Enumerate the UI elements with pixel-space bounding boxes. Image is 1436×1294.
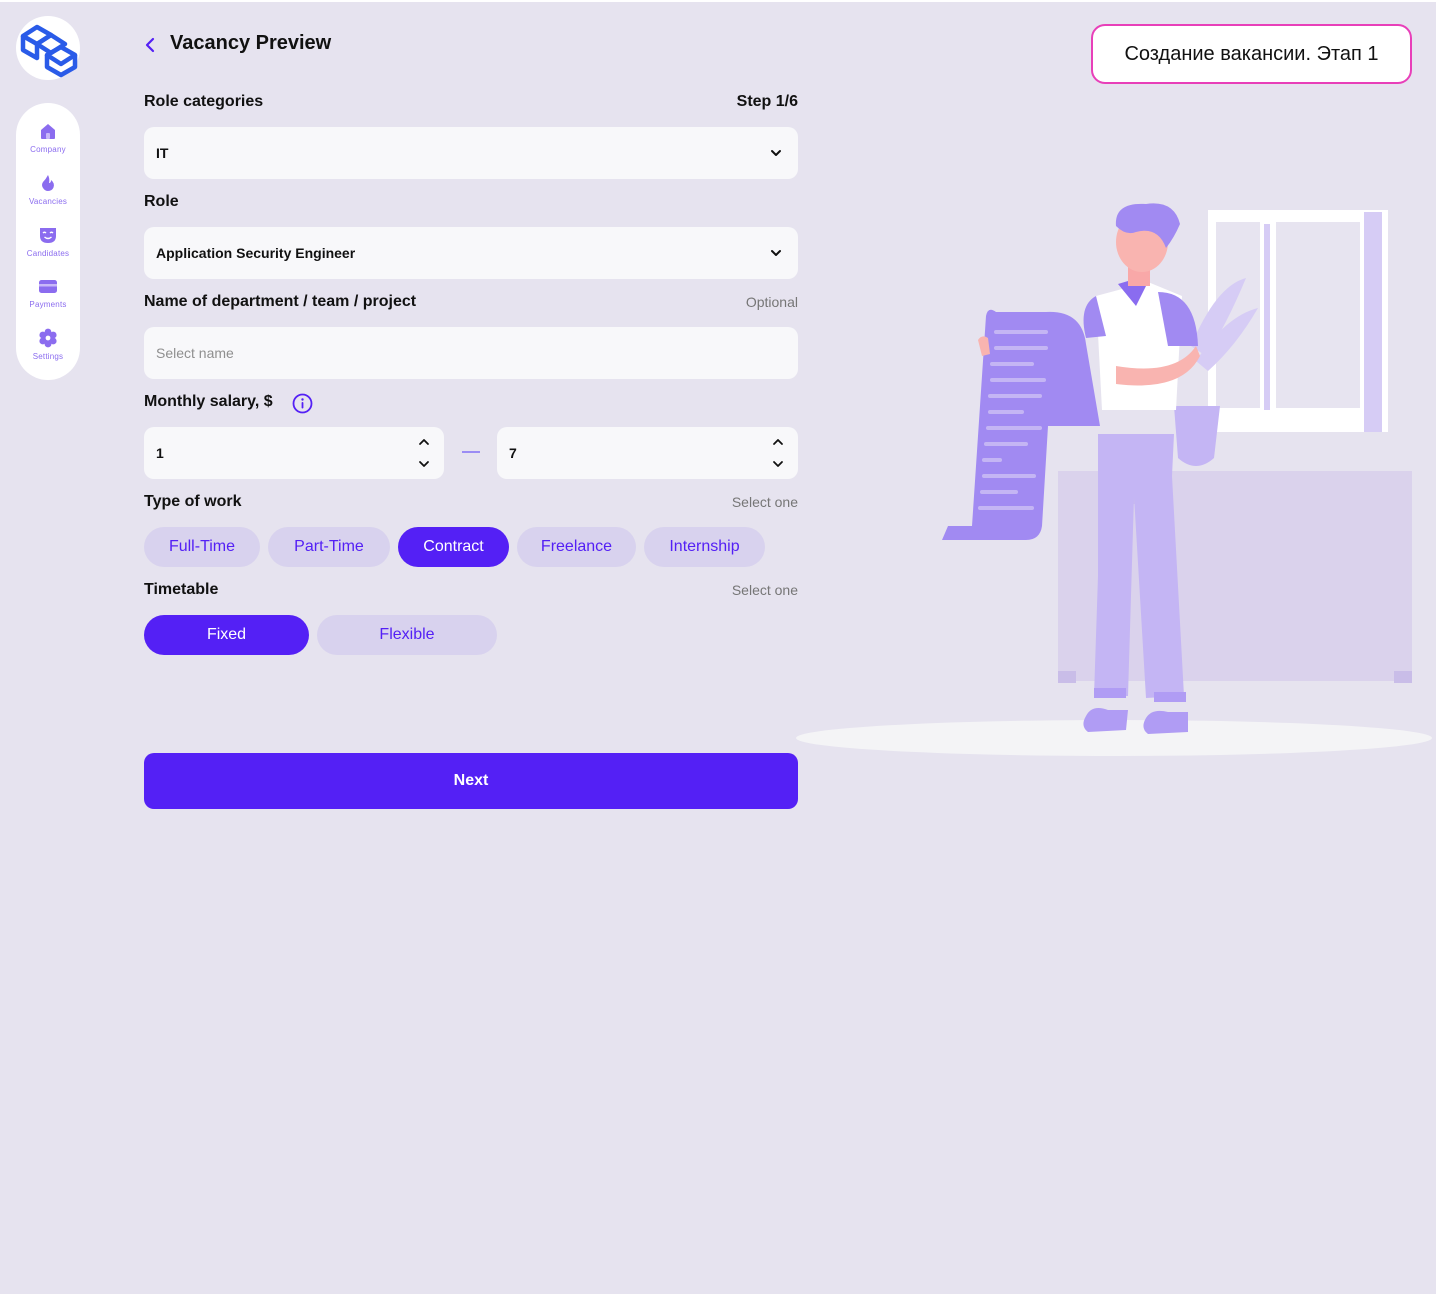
salary-max-stepper [772, 437, 784, 469]
salary-min-input[interactable]: 1 [144, 427, 444, 479]
home-icon [41, 124, 55, 139]
chevron-down-icon [771, 150, 781, 156]
sidebar-item-label: Company [30, 145, 66, 154]
logo-icon [20, 24, 78, 78]
department-optional-hint: Optional [745, 294, 798, 310]
department-label: Name of department / team / project [144, 293, 417, 310]
type-of-work-hint: Select one [731, 494, 798, 510]
type-of-work-label: Type of work [144, 493, 242, 510]
sidebar-item-label: Settings [32, 352, 64, 362]
salary-max-input[interactable]: 7 [497, 427, 798, 479]
chevron-down-icon [771, 250, 781, 256]
role-categories-label: Role categories [144, 93, 264, 110]
chevron-down-icon[interactable] [772, 459, 784, 469]
gear-icon [39, 328, 57, 348]
role-value: Application Security Engineer [156, 245, 356, 261]
top-border [0, 0, 1436, 2]
sidebar-nav: Company Vacancies Candidates Payments Se… [16, 103, 80, 380]
sidebar-item-settings[interactable]: Settings [16, 328, 80, 380]
role-categories-select[interactable]: IT [144, 127, 798, 179]
sidebar-item-payments[interactable]: Payments [16, 276, 80, 328]
role-categories-value: IT [156, 145, 169, 161]
timetable-fixed[interactable]: Fixed [144, 615, 309, 655]
sidebar-item-label: Vacancies [28, 196, 68, 206]
work-type-internship[interactable]: Internship [644, 527, 765, 567]
sidebar-item-candidates[interactable]: Candidates [16, 225, 80, 277]
work-type-freelance[interactable]: Freelance [517, 527, 636, 567]
chevron-up-icon[interactable] [772, 437, 784, 447]
role-select[interactable]: Application Security Engineer [144, 227, 798, 279]
timetable-label: Timetable [144, 581, 219, 598]
app-logo[interactable] [16, 16, 80, 80]
salary-range-separator [462, 451, 480, 453]
chevron-up-icon[interactable] [418, 437, 430, 447]
salary-min-value: 1 [156, 445, 164, 461]
sidebar-item-company[interactable]: Company [16, 121, 80, 173]
salary-label: Monthly salary, $ [144, 393, 273, 410]
chevron-down-icon[interactable] [418, 459, 430, 469]
work-type-part-time[interactable]: Part-Time [268, 527, 390, 567]
sidebar-item-label: Payments [29, 300, 67, 310]
flame-icon [42, 174, 54, 191]
work-type-full-time[interactable]: Full-Time [144, 527, 260, 567]
step-indicator: Step 1/6 [736, 93, 798, 110]
department-placeholder: Select name [156, 345, 234, 361]
salary-max-value: 7 [509, 445, 517, 461]
card-icon [39, 280, 57, 294]
timetable-hint: Select one [731, 582, 798, 598]
next-button[interactable]: Next [144, 753, 798, 809]
back-arrow-icon[interactable] [142, 35, 158, 55]
sidebar-item-label: Candidates [26, 248, 70, 258]
page-title: Vacancy Preview [170, 32, 332, 54]
sidebar-item-vacancies[interactable]: Vacancies [16, 173, 80, 225]
timetable-flexible[interactable]: Flexible [317, 615, 497, 655]
stage-badge: Создание вакансии. Этап 1 [1091, 24, 1412, 84]
person-with-list-illustration [796, 203, 1432, 756]
department-input[interactable]: Select name [144, 327, 798, 379]
mask-icon [40, 227, 56, 243]
role-label: Role [144, 193, 179, 210]
work-type-contract[interactable]: Contract [398, 527, 509, 567]
info-icon[interactable] [292, 393, 313, 414]
salary-min-stepper [418, 437, 430, 469]
